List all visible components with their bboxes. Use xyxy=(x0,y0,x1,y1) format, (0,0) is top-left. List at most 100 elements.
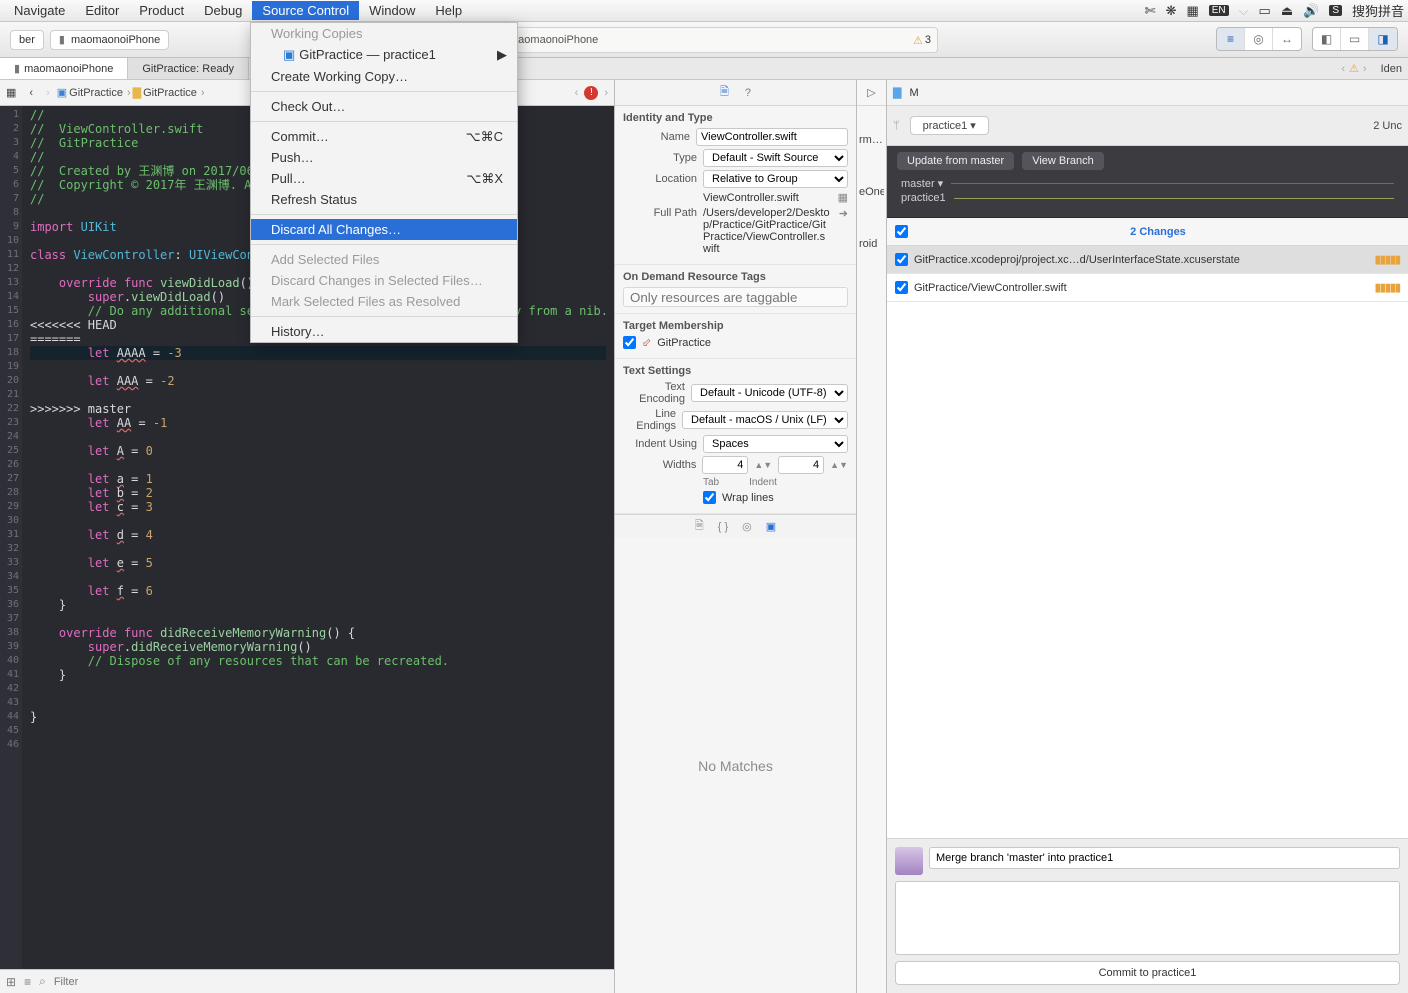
nav-back-button[interactable]: ‹ xyxy=(23,80,40,105)
menu-create-working-copy[interactable]: Create Working Copy… xyxy=(251,66,517,87)
media-library-tab[interactable]: ▣ xyxy=(766,520,776,533)
changes-header: 2 Changes xyxy=(887,218,1408,246)
menu-help[interactable]: Help xyxy=(425,1,472,20)
breadcrumb-folder[interactable]: ▇GitPractice xyxy=(133,86,207,99)
file-checkbox[interactable] xyxy=(895,253,908,266)
file-checkbox[interactable] xyxy=(895,281,908,294)
code-snippet-tab[interactable]: { } xyxy=(718,521,728,533)
tab-width-field[interactable] xyxy=(702,456,748,474)
scheme-selector[interactable]: ber xyxy=(10,30,44,50)
eject-icon[interactable]: ⏏ xyxy=(1281,3,1293,19)
filter-input[interactable] xyxy=(54,976,608,988)
peek-body: rm… eOne roid xyxy=(857,106,886,993)
menu-mark-resolved: Mark Selected Files as Resolved xyxy=(251,291,517,312)
file-inspector-tab[interactable]: 🗎 xyxy=(720,83,729,102)
grid-icon[interactable]: ▦ xyxy=(1186,3,1198,19)
input-method-label[interactable]: 搜狗拼音 xyxy=(1352,1,1404,20)
tab-gitpractice[interactable]: GitPractice: Ready xyxy=(128,58,249,79)
commit-message-field[interactable] xyxy=(929,847,1400,869)
menu-debug[interactable]: Debug xyxy=(194,1,252,20)
branch-icon[interactable]: ᛘ xyxy=(893,120,900,132)
file-inspector: 🗎 ? Identity and Type Name TypeDefault -… xyxy=(615,80,857,993)
menu-navigate[interactable]: Navigate xyxy=(4,1,75,20)
branch-practice1-label[interactable]: practice1 xyxy=(901,192,946,204)
file-template-tab[interactable]: 🗎 xyxy=(695,517,704,536)
wrap-lines-checkbox[interactable] xyxy=(703,491,716,504)
select-all-checkbox[interactable] xyxy=(895,225,908,238)
toggle-debug-button[interactable]: ▭ xyxy=(1341,28,1369,50)
grid-view-icon[interactable]: ⊞ xyxy=(6,975,16,989)
menu-separator xyxy=(251,214,517,215)
folder-picker-icon[interactable]: ▦ xyxy=(838,191,848,204)
wifi-icon[interactable]: ⌵ xyxy=(1239,3,1249,19)
folder-icon: ▇ xyxy=(133,86,141,99)
wechat-icon[interactable]: ❋ xyxy=(1166,3,1177,19)
section-title: Target Membership xyxy=(623,320,848,332)
update-from-master-button[interactable]: Update from master xyxy=(897,152,1014,170)
branch-selector[interactable]: practice1 ▾ xyxy=(910,116,989,135)
line-endings-select[interactable]: Default - macOS / Unix (LF) xyxy=(682,411,848,429)
next-issue-button[interactable]: › xyxy=(604,87,608,99)
device-selector[interactable]: ▮maomaonoiPhone xyxy=(50,30,169,50)
scissors-icon[interactable]: ✄ xyxy=(1145,3,1156,19)
view-branch-button[interactable]: View Branch xyxy=(1022,152,1104,170)
vc-toolbar: ᛘ practice1 ▾ 2 Unc xyxy=(887,106,1408,146)
assistant-editor-button[interactable]: ◎ xyxy=(1245,28,1273,50)
type-select[interactable]: Default - Swift Source xyxy=(703,149,848,167)
input-source-badge[interactable]: EN xyxy=(1209,5,1229,16)
object-library-tab[interactable]: ◎ xyxy=(742,520,752,533)
menu-source-control[interactable]: Source Control xyxy=(252,1,359,20)
changed-file-row[interactable]: GitPractice.xcodeproj/project.xc…d/UserI… xyxy=(887,246,1408,274)
menu-separator xyxy=(251,316,517,317)
menu-editor[interactable]: Editor xyxy=(75,1,129,20)
tab-maomaonoiphone[interactable]: ▮maomaonoiPhone xyxy=(0,58,128,79)
breadcrumb-project[interactable]: ▣GitPractice xyxy=(57,86,133,99)
changed-file-row[interactable]: GitPractice/ViewController.swift ▮▮▮▮▮ xyxy=(887,274,1408,302)
indent-using-select[interactable]: Spaces xyxy=(703,435,848,453)
warning-indicator[interactable]: ⚠3 xyxy=(913,34,931,47)
target-checkbox[interactable] xyxy=(623,336,636,349)
changes-count: 2 Changes xyxy=(916,226,1400,238)
location-select[interactable]: Relative to Group xyxy=(703,170,848,188)
menu-discard-all-changes[interactable]: Discard All Changes… xyxy=(251,219,517,240)
error-count-badge[interactable]: ! xyxy=(584,86,598,100)
menu-check-out[interactable]: Check Out… xyxy=(251,96,517,117)
text-settings-section: Text Settings Text EncodingDefault - Uni… xyxy=(615,359,856,514)
folder-icon: ▣ xyxy=(283,47,295,62)
menu-commit[interactable]: Commit…⌥⌘C xyxy=(251,126,517,147)
nav-back-icon[interactable]: ‹ xyxy=(1341,63,1345,75)
commit-button[interactable]: Commit to practice1 xyxy=(895,961,1400,985)
sogou-badge[interactable]: S xyxy=(1329,5,1342,16)
branch-master-label[interactable]: master ▾ xyxy=(901,177,943,190)
quick-help-tab[interactable]: ? xyxy=(745,87,751,99)
toggle-navigator-button[interactable]: ◧ xyxy=(1313,28,1341,50)
related-items-button[interactable]: ▦ xyxy=(0,80,23,105)
standard-editor-button[interactable]: ≡ xyxy=(1217,28,1245,50)
reveal-icon[interactable]: ➜ xyxy=(839,207,848,220)
warning-icon[interactable]: ⚠ xyxy=(1349,62,1359,75)
jumpbar-right: ‹ ! › xyxy=(575,86,614,100)
menu-pull[interactable]: Pull…⌥⌘X xyxy=(251,168,517,189)
display-icon[interactable]: ▭ xyxy=(1259,3,1271,19)
menu-repo-label: GitPractice — practice1 xyxy=(299,47,436,62)
menu-pull-label: Pull… xyxy=(271,171,306,186)
menu-refresh-status[interactable]: Refresh Status xyxy=(251,189,517,210)
menu-history[interactable]: History… xyxy=(251,321,517,342)
odr-tags-field xyxy=(623,287,848,307)
menu-repo-item[interactable]: ▣GitPractice — practice1▶ xyxy=(251,44,517,66)
menu-push[interactable]: Push… xyxy=(251,147,517,168)
nav-fwd-button[interactable]: › xyxy=(40,80,57,105)
section-title: On Demand Resource Tags xyxy=(623,271,848,283)
toggle-utilities-button[interactable]: ◨ xyxy=(1369,28,1397,50)
menu-window[interactable]: Window xyxy=(359,1,425,20)
prev-issue-button[interactable]: ‹ xyxy=(575,87,579,99)
encoding-select[interactable]: Default - Unicode (UTF-8) xyxy=(691,384,848,402)
commit-description-field[interactable] xyxy=(895,881,1400,955)
indent-width-field[interactable] xyxy=(778,456,824,474)
menu-product[interactable]: Product xyxy=(129,1,194,20)
version-editor-button[interactable]: ↔ xyxy=(1273,28,1301,50)
list-view-icon[interactable]: ≡ xyxy=(24,975,31,989)
name-field[interactable] xyxy=(696,128,848,146)
volume-icon[interactable]: 🔊 xyxy=(1303,3,1319,19)
nav-fwd-icon[interactable]: › xyxy=(1363,63,1367,75)
